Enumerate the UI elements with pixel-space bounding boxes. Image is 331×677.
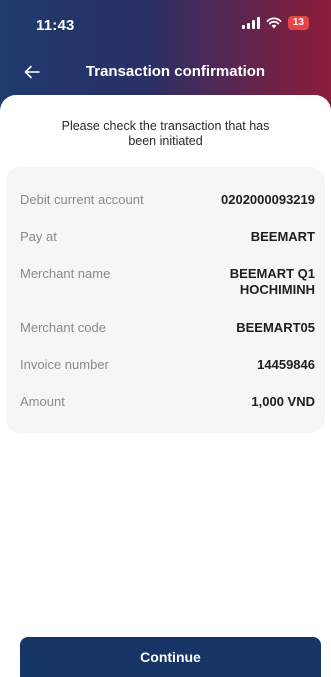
status-bar: 11:43 13 [0, 0, 331, 50]
wifi-icon [266, 17, 282, 29]
detail-label: Pay at [20, 229, 57, 244]
status-time: 11:43 [36, 17, 75, 34]
detail-row-pay-at: Pay at BEEMART [20, 229, 315, 245]
detail-row-merchant-code: Merchant code BEEMART05 [20, 320, 315, 336]
back-button[interactable] [20, 60, 44, 84]
arrow-left-icon [24, 65, 40, 79]
detail-value: 0202000093219 [221, 192, 315, 207]
signal-icon [241, 17, 260, 29]
detail-label: Merchant name [20, 266, 111, 281]
detail-row-invoice-number: Invoice number 14459846 [20, 357, 315, 373]
detail-value: BEEMART [250, 229, 315, 244]
instruction-text: Please check the transaction that has be… [61, 119, 270, 148]
status-icons: 13 [241, 16, 309, 30]
transaction-details-card: Debit current account 0202000093219 Pay … [6, 167, 325, 433]
continue-button[interactable]: Continue [20, 637, 321, 677]
page-title: Transaction confirmation [85, 63, 266, 80]
detail-value: 14459846 [257, 357, 315, 372]
detail-label: Invoice number [20, 357, 109, 372]
detail-label: Merchant code [20, 320, 106, 335]
detail-row-merchant-name: Merchant name BEEMART Q1 HOCHIMINH [20, 266, 315, 298]
detail-label: Debit current account [20, 192, 144, 207]
detail-row-amount: Amount 1,000 VND [20, 394, 315, 410]
detail-row-debit-account: Debit current account 0202000093219 [20, 192, 315, 208]
detail-value: BEEMART Q1 HOCHIMINH [229, 266, 315, 297]
detail-label: Amount [20, 394, 65, 409]
detail-value: 1,000 VND [251, 394, 315, 409]
battery-icon: 13 [287, 16, 309, 30]
detail-value: BEEMART05 [236, 320, 315, 335]
content-sheet: Please check the transaction that has be… [0, 95, 331, 675]
nav-bar: Transaction confirmation [0, 50, 331, 94]
